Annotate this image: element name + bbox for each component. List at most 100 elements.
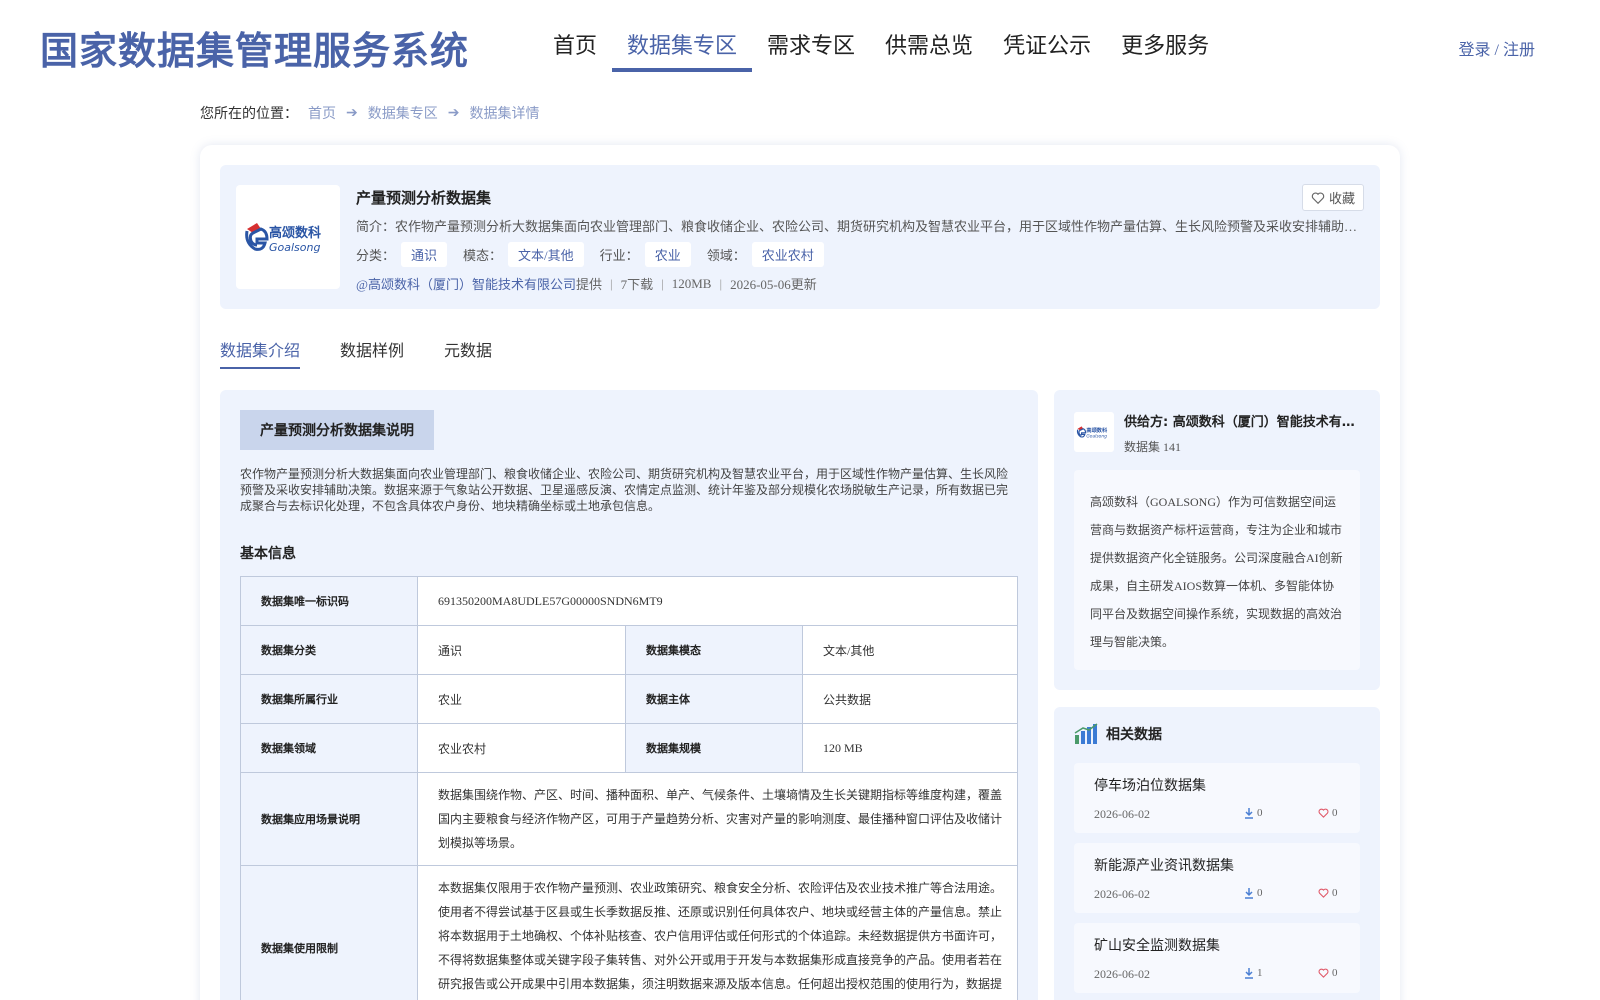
download-icon bbox=[1245, 967, 1253, 979]
favorite-label: 收藏 bbox=[1328, 192, 1355, 207]
breadcrumb-dataset-detail[interactable]: 数据集详情 bbox=[469, 103, 539, 123]
svg-text:高颂数科: 高颂数科 bbox=[1086, 426, 1108, 434]
supplier-card: 高颂数科 Goalsong 供给方: 高颂数科（厦门）智能技术有限公司 数据集 … bbox=[1054, 390, 1380, 690]
subject-value: 公共数据 bbox=[802, 674, 1018, 724]
category-tag[interactable]: 通识 bbox=[401, 242, 448, 267]
provider-logo: 高颂数科 Goalsong bbox=[236, 185, 340, 289]
top-header: 国家数据集管理服务系统 首页 数据集专区 需求专区 供需总览 凭证公示 更多服务… bbox=[0, 0, 1600, 90]
main-card: 高颂数科 Goalsong 产量预测分析数据集 简介：农作物产量预测分析大数据集… bbox=[200, 145, 1400, 1000]
scale-label-cell: 数据集规模 bbox=[625, 723, 803, 773]
like-count: 0 bbox=[1332, 967, 1338, 979]
tab-dataset-intro[interactable]: 数据集介绍 bbox=[220, 337, 301, 369]
dataset-size: 120MB bbox=[671, 275, 712, 291]
nav-more-services[interactable]: 更多服务 bbox=[1106, 28, 1224, 70]
industry-value: 农业 bbox=[417, 674, 626, 724]
supplier-dataset-count: 数据集 141 bbox=[1124, 440, 1182, 454]
breadcrumb: 您所在的位置： 首页 ➔ 数据集专区 ➔ 数据集详情 bbox=[200, 103, 539, 123]
basic-info-table: 数据集唯一标识码 691350200MA8UDLE57G00000SNDN6MT… bbox=[240, 576, 1018, 1000]
login-register-link[interactable]: 登录 / 注册 bbox=[1459, 36, 1535, 60]
related-item-likes: 0 bbox=[1318, 807, 1338, 819]
bar-chart-icon bbox=[1074, 723, 1098, 744]
tab-data-samples[interactable]: 数据样例 bbox=[340, 337, 404, 369]
description-text: 农作物产量预测分析大数据集面向农业管理部门、粮食收储企业、农险公司、期货研究机构… bbox=[240, 467, 1009, 513]
related-data-card: 相关数据 停车场泊位数据集 2026-06-02 0 0 新能源产业资讯数据集 … bbox=[1054, 707, 1380, 1000]
intro-panel: 产量预测分析数据集说明 农作物产量预测分析大数据集面向农业管理部门、粮食收储企业… bbox=[220, 390, 1038, 1000]
industry-label-cell: 数据集所属行业 bbox=[240, 674, 418, 724]
download-count: 7下载 bbox=[620, 277, 654, 292]
tab-metadata[interactable]: 元数据 bbox=[444, 337, 492, 369]
goalsong-logo-icon: 高颂数科 Goalsong bbox=[245, 223, 321, 254]
table-row: 数据集应用场景说明 数据集围绕作物、产区、时间、播种面积、单产、气候条件、土壤墒… bbox=[240, 772, 1018, 866]
description-heading: 产量预测分析数据集说明 bbox=[240, 410, 434, 450]
domain-value: 农业农村 bbox=[417, 723, 626, 773]
related-item[interactable]: 新能源产业资讯数据集 2026-06-02 0 0 bbox=[1074, 843, 1360, 913]
download-count: 0 bbox=[1257, 887, 1263, 899]
provider-suffix: 提供 bbox=[575, 277, 602, 292]
restriction-value: 本数据集仅限用于农作物产量预测、农业政策研究、粮食安全分析、农险评估及农业技术推… bbox=[417, 865, 1018, 1000]
modality-tag[interactable]: 文本/其他 bbox=[508, 242, 584, 267]
domain-tag[interactable]: 农业农村 bbox=[751, 242, 824, 267]
related-item-name: 停车场泊位数据集 bbox=[1094, 779, 1206, 794]
restriction-label-cell: 数据集使用限制 bbox=[240, 865, 418, 1000]
download-icon bbox=[1245, 887, 1253, 899]
industry-tag[interactable]: 农业 bbox=[644, 242, 691, 267]
nav-dataset-zone[interactable]: 数据集专区 bbox=[612, 28, 753, 72]
table-row: 数据集唯一标识码 691350200MA8UDLE57G00000SNDN6MT… bbox=[240, 576, 1018, 626]
related-title: 相关数据 bbox=[1074, 723, 1162, 745]
related-item-date: 2026-06-02 bbox=[1094, 887, 1150, 901]
related-item[interactable]: 停车场泊位数据集 2026-06-02 0 0 bbox=[1074, 763, 1360, 833]
provider-link[interactable]: @高颂数科（厦门）智能技术有限公司 bbox=[356, 274, 576, 293]
nav-home[interactable]: 首页 bbox=[538, 28, 612, 70]
main-nav: 首页 数据集专区 需求专区 供需总览 凭证公示 更多服务 bbox=[538, 28, 1224, 72]
arrow-right-icon: ➔ bbox=[346, 105, 358, 121]
heart-icon bbox=[1311, 191, 1325, 204]
related-item-date: 2026-06-02 bbox=[1094, 967, 1150, 981]
breadcrumb-home[interactable]: 首页 bbox=[308, 103, 336, 123]
svg-text:Goalsong: Goalsong bbox=[1086, 434, 1107, 440]
id-label: 数据集唯一标识码 bbox=[240, 576, 418, 626]
meta-divider: | bbox=[719, 275, 723, 291]
favorite-button[interactable]: 收藏 bbox=[1301, 184, 1364, 211]
meta-divider: | bbox=[610, 275, 613, 291]
svg-text:Goalsong: Goalsong bbox=[269, 241, 320, 254]
table-row: 数据集所属行业 农业 数据主体 公共数据 bbox=[240, 674, 1018, 724]
detail-tabs: 数据集介绍 数据样例 元数据 bbox=[220, 337, 532, 369]
svg-text:高颂数科: 高颂数科 bbox=[269, 225, 321, 241]
download-icon bbox=[1245, 807, 1253, 819]
modality-label-cell: 数据集模态 bbox=[625, 625, 803, 675]
site-title[interactable]: 国家数据集管理服务系统 bbox=[40, 20, 469, 75]
related-item-downloads: 0 bbox=[1244, 887, 1263, 899]
domain-label-cell: 数据集领域 bbox=[240, 723, 418, 773]
modality-value: 文本/其他 bbox=[802, 625, 1018, 675]
scenario-label-cell: 数据集应用场景说明 bbox=[240, 772, 418, 866]
dataset-tags: 分类： 通识 模态： 文本/其他 行业： 农业 领域： 农业农村 bbox=[356, 242, 840, 267]
nav-demand-zone[interactable]: 需求专区 bbox=[752, 28, 870, 70]
dataset-intro: 简介：农作物产量预测分析大数据集面向农业管理部门、粮食收储企业、农险公司、期货研… bbox=[356, 219, 1366, 234]
like-count: 0 bbox=[1332, 807, 1338, 819]
id-value: 691350200MA8UDLE57G00000SNDN6MT9 bbox=[417, 576, 1018, 626]
related-item-name: 新能源产业资讯数据集 bbox=[1094, 859, 1234, 874]
related-item-likes: 0 bbox=[1318, 967, 1338, 979]
industry-label: 行业： bbox=[599, 248, 639, 263]
updated-date: 2026-05-06更新 bbox=[730, 277, 817, 292]
table-row: 数据集分类 通识 数据集模态 文本/其他 bbox=[240, 625, 1018, 675]
nav-certificate[interactable]: 凭证公示 bbox=[988, 28, 1106, 70]
related-item-date: 2026-06-02 bbox=[1094, 807, 1150, 821]
related-item-likes: 0 bbox=[1318, 887, 1338, 899]
download-count: 1 bbox=[1257, 967, 1263, 979]
breadcrumb-dataset-zone[interactable]: 数据集专区 bbox=[368, 103, 438, 123]
related-item[interactable]: 矿山安全监测数据集 2026-06-02 1 0 bbox=[1074, 923, 1360, 993]
supplier-name[interactable]: 供给方: 高颂数科（厦门）智能技术有限公司 bbox=[1124, 411, 1364, 430]
related-item-downloads: 0 bbox=[1244, 807, 1263, 819]
like-count: 0 bbox=[1332, 887, 1338, 899]
nav-supply-overview[interactable]: 供需总览 bbox=[870, 28, 988, 70]
domain-label: 领域： bbox=[706, 248, 746, 263]
download-count: 0 bbox=[1257, 807, 1263, 819]
related-item-downloads: 1 bbox=[1244, 967, 1263, 979]
dataset-title: 产量预测分析数据集 bbox=[356, 189, 492, 207]
scale-value: 120 MB bbox=[802, 723, 1018, 773]
supplier-logo[interactable]: 高颂数科 Goalsong bbox=[1074, 412, 1114, 452]
heart-icon bbox=[1318, 968, 1329, 978]
heart-icon bbox=[1318, 888, 1329, 898]
category-value: 通识 bbox=[417, 625, 626, 675]
